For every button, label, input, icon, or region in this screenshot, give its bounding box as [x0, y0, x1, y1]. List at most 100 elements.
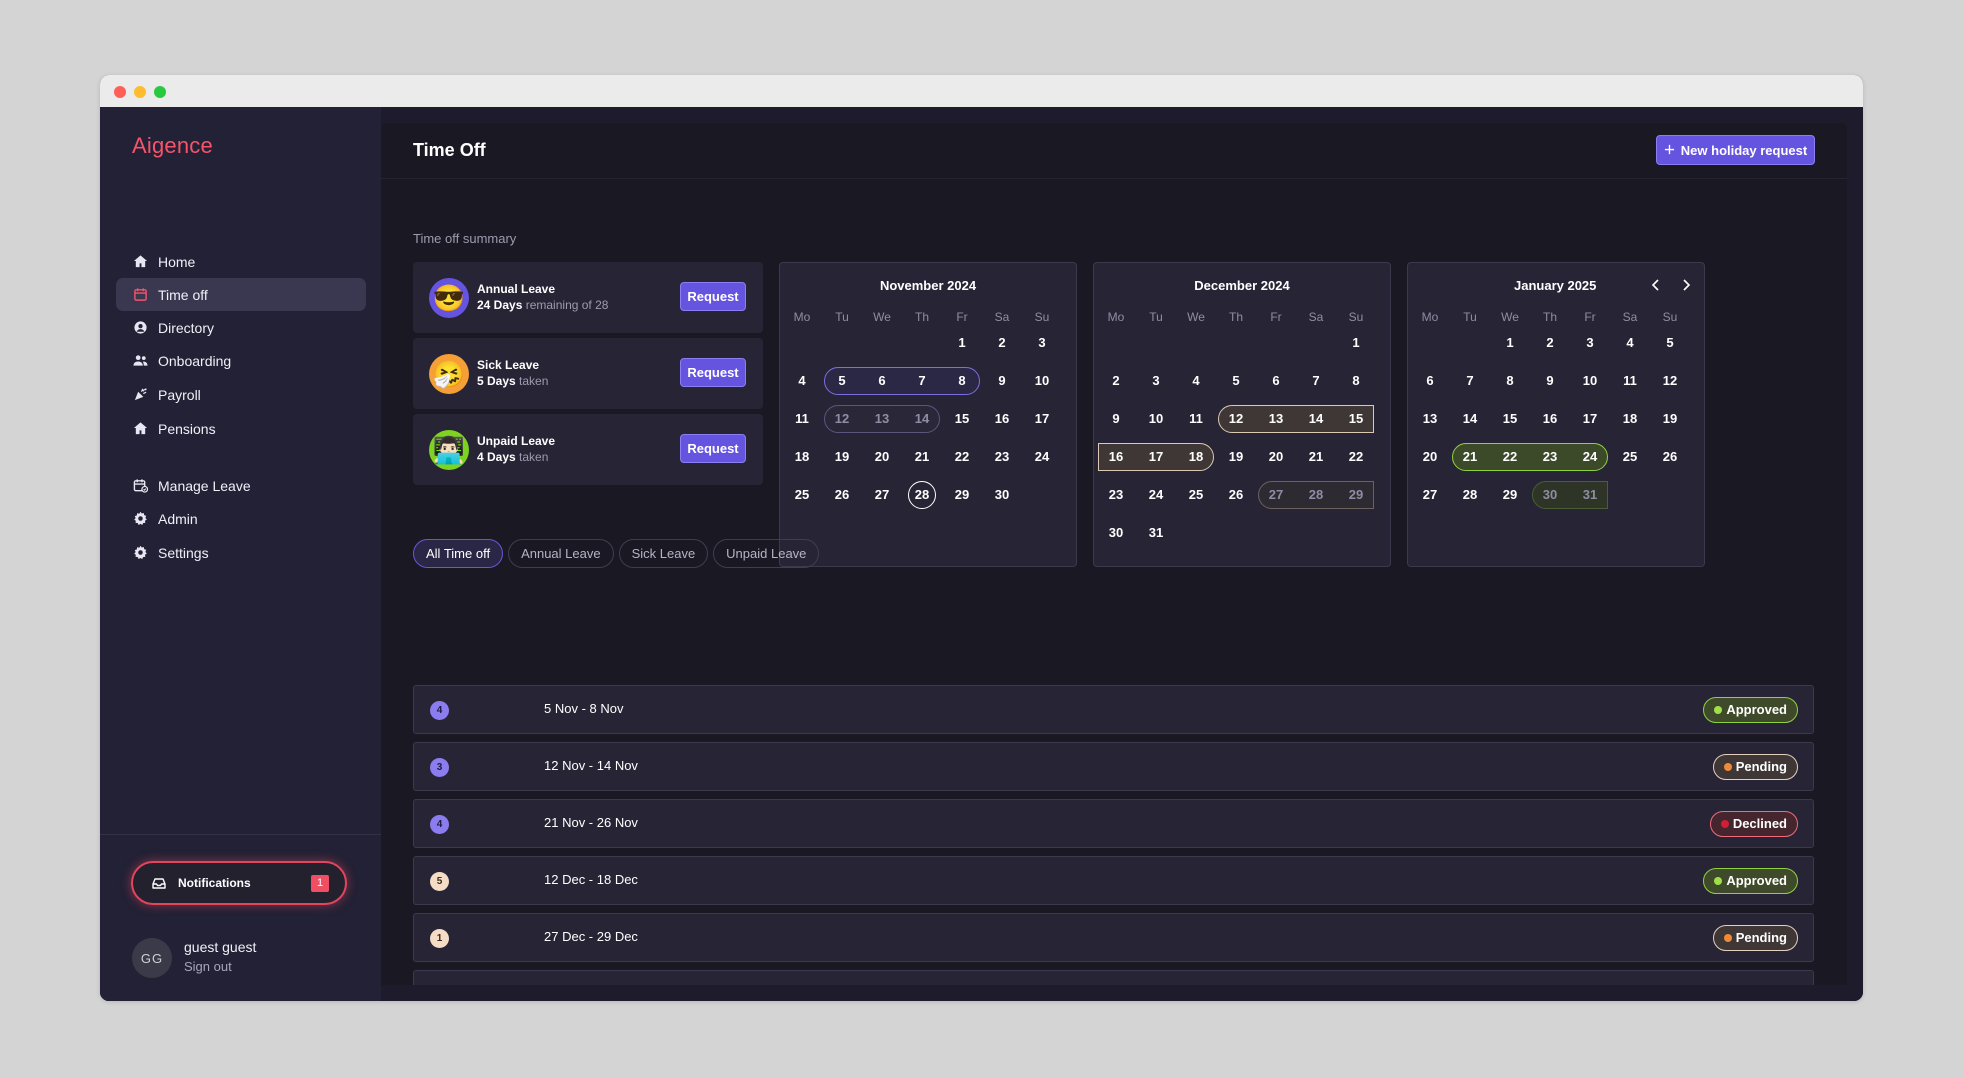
- calendar-day[interactable]: 6: [1410, 367, 1450, 395]
- table-row-partial[interactable]: [413, 970, 1814, 985]
- sidebar-item-home[interactable]: Home: [116, 245, 366, 278]
- calendar-day[interactable]: 7: [1450, 367, 1490, 395]
- calendar-day[interactable]: 18: [782, 443, 822, 471]
- calendar-day[interactable]: 1: [1336, 329, 1376, 357]
- calendar-day[interactable]: 28: [902, 481, 942, 509]
- calendar-day[interactable]: 12: [1216, 405, 1256, 433]
- calendar-day[interactable]: 11: [1176, 405, 1216, 433]
- new-holiday-request-button[interactable]: New holiday request: [1656, 135, 1815, 165]
- calendar-day[interactable]: 19: [1216, 443, 1256, 471]
- table-row[interactable]: 4 21 Nov - 26 Nov Declined: [413, 799, 1814, 848]
- calendar-day[interactable]: 20: [1410, 443, 1450, 471]
- calendar-day[interactable]: 8: [1336, 367, 1376, 395]
- calendar-day[interactable]: 13: [1256, 405, 1296, 433]
- calendar-day[interactable]: 13: [1410, 405, 1450, 433]
- calendar-day[interactable]: 9: [1530, 367, 1570, 395]
- calendar-day[interactable]: 5: [822, 367, 862, 395]
- calendar-day[interactable]: 16: [1530, 405, 1570, 433]
- calendar-day[interactable]: 25: [1610, 443, 1650, 471]
- calendar-day[interactable]: 24: [1570, 443, 1610, 471]
- calendar-day[interactable]: 10: [1136, 405, 1176, 433]
- calendar-day[interactable]: 26: [1650, 443, 1690, 471]
- sidebar-item-directory[interactable]: Directory: [116, 311, 366, 344]
- calendar-day[interactable]: 8: [942, 367, 982, 395]
- calendar-day[interactable]: 2: [1096, 367, 1136, 395]
- sidebar-item-onboarding[interactable]: Onboarding: [116, 344, 366, 377]
- calendar-day[interactable]: 7: [1296, 367, 1336, 395]
- calendar-day[interactable]: 15: [1490, 405, 1530, 433]
- calendar-day[interactable]: 25: [1176, 481, 1216, 509]
- calendar-day[interactable]: 11: [1610, 367, 1650, 395]
- calendar-day[interactable]: 21: [902, 443, 942, 471]
- tab-all-time-off[interactable]: All Time off: [413, 539, 504, 568]
- calendar-day[interactable]: 20: [1256, 443, 1296, 471]
- calendar-day[interactable]: 1: [1490, 329, 1530, 357]
- calendar-day[interactable]: 4: [782, 367, 822, 395]
- sidebar-item-pensions[interactable]: Pensions: [116, 412, 366, 445]
- close-window-button[interactable]: [114, 86, 126, 98]
- calendar-day[interactable]: 29: [942, 481, 982, 509]
- calendar-day[interactable]: 7: [902, 367, 942, 395]
- sidebar-item-manage-leave[interactable]: Manage Leave: [116, 469, 366, 502]
- minimize-window-button[interactable]: [134, 86, 146, 98]
- calendar-day[interactable]: 22: [942, 443, 982, 471]
- calendar-day[interactable]: 17: [1570, 405, 1610, 433]
- calendar-day[interactable]: 30: [1096, 519, 1136, 547]
- sidebar-item-time-off[interactable]: Time off: [116, 278, 366, 311]
- tab-sick-leave[interactable]: Sick Leave: [618, 539, 709, 568]
- calendar-day[interactable]: 30: [982, 481, 1022, 509]
- table-row[interactable]: 4 5 Nov - 8 Nov Approved: [413, 685, 1814, 734]
- calendar-day[interactable]: 13: [862, 405, 902, 433]
- calendar-day[interactable]: 25: [782, 481, 822, 509]
- calendar-day[interactable]: 3: [1570, 329, 1610, 357]
- request-annual-leave-button[interactable]: Request: [680, 282, 746, 311]
- app-logo[interactable]: Aigence: [132, 133, 213, 159]
- calendar-day[interactable]: 10: [1570, 367, 1610, 395]
- calendar-day[interactable]: 2: [982, 329, 1022, 357]
- calendar-day[interactable]: 26: [822, 481, 862, 509]
- maximize-window-button[interactable]: [154, 86, 166, 98]
- calendar-day[interactable]: 15: [942, 405, 982, 433]
- calendar-day[interactable]: 29: [1490, 481, 1530, 509]
- table-row[interactable]: 1 27 Dec - 29 Dec Pending: [413, 913, 1814, 962]
- calendar-day[interactable]: 30: [1530, 481, 1570, 509]
- previous-month-button[interactable]: [1646, 275, 1666, 295]
- calendar-day[interactable]: 31: [1570, 481, 1610, 509]
- calendar-day[interactable]: 20: [862, 443, 902, 471]
- calendar-day[interactable]: 21: [1450, 443, 1490, 471]
- next-month-button[interactable]: [1676, 275, 1696, 295]
- calendar-day[interactable]: 29: [1336, 481, 1376, 509]
- calendar-day[interactable]: 11: [782, 405, 822, 433]
- calendar-day[interactable]: 24: [1136, 481, 1176, 509]
- sidebar-item-payroll[interactable]: Payroll: [116, 378, 366, 411]
- sign-out-link[interactable]: Sign out: [184, 959, 232, 974]
- calendar-day[interactable]: 18: [1610, 405, 1650, 433]
- sidebar-item-settings[interactable]: Settings: [116, 536, 366, 569]
- calendar-day[interactable]: 12: [1650, 367, 1690, 395]
- calendar-day[interactable]: 22: [1336, 443, 1376, 471]
- calendar-day[interactable]: 26: [1216, 481, 1256, 509]
- calendar-day[interactable]: 21: [1296, 443, 1336, 471]
- calendar-day[interactable]: 4: [1610, 329, 1650, 357]
- request-sick-leave-button[interactable]: Request: [680, 358, 746, 387]
- calendar-day[interactable]: 10: [1022, 367, 1062, 395]
- calendar-day[interactable]: 2: [1530, 329, 1570, 357]
- calendar-day[interactable]: 31: [1136, 519, 1176, 547]
- calendar-day[interactable]: 18: [1176, 443, 1216, 471]
- calendar-day[interactable]: 23: [982, 443, 1022, 471]
- table-row[interactable]: 3 12 Nov - 14 Nov Pending: [413, 742, 1814, 791]
- calendar-day[interactable]: 14: [1450, 405, 1490, 433]
- notifications-button[interactable]: Notifications 1: [131, 861, 347, 905]
- calendar-day[interactable]: 9: [1096, 405, 1136, 433]
- table-row[interactable]: 5 12 Dec - 18 Dec Approved: [413, 856, 1814, 905]
- calendar-day[interactable]: 1: [942, 329, 982, 357]
- calendar-day[interactable]: 3: [1022, 329, 1062, 357]
- calendar-day[interactable]: 5: [1216, 367, 1256, 395]
- calendar-day[interactable]: 3: [1136, 367, 1176, 395]
- calendar-day[interactable]: 27: [1410, 481, 1450, 509]
- sidebar-item-admin[interactable]: Admin: [116, 502, 366, 535]
- avatar[interactable]: GG: [132, 938, 172, 978]
- tab-annual-leave[interactable]: Annual Leave: [508, 539, 614, 568]
- tab-unpaid-leave[interactable]: Unpaid Leave: [713, 539, 820, 568]
- calendar-day[interactable]: 28: [1296, 481, 1336, 509]
